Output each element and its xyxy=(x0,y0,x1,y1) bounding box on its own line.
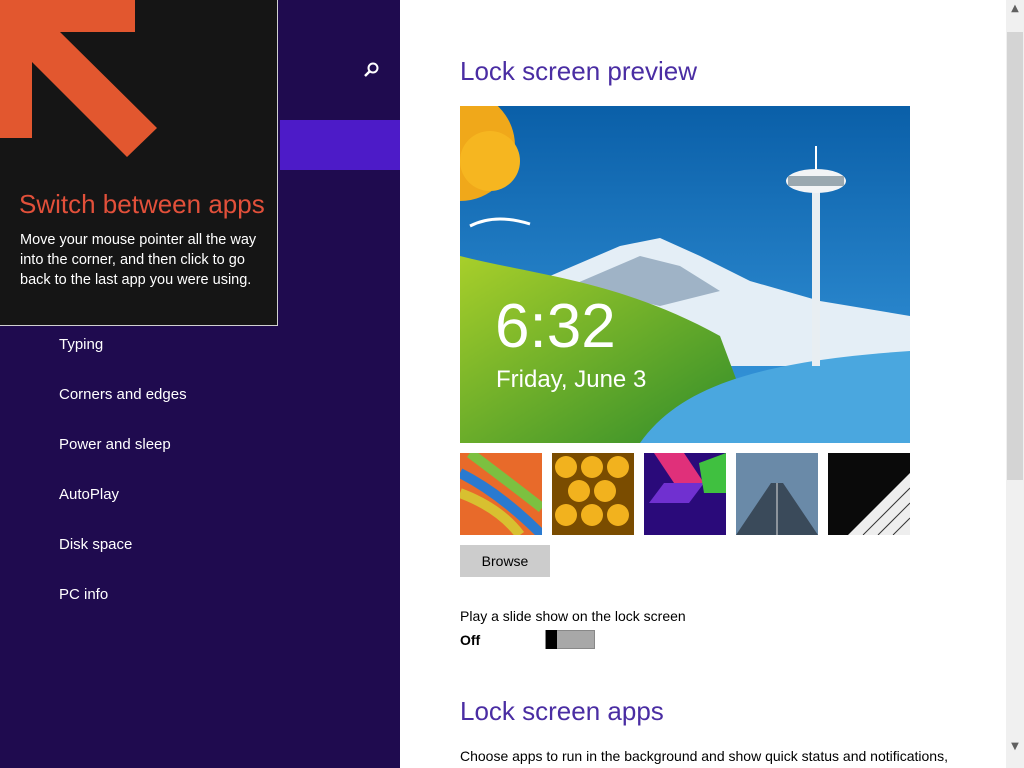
tip-title: Switch between apps xyxy=(19,189,265,219)
scrollbar-thumb[interactable] xyxy=(1007,32,1023,480)
slideshow-label: Play a slide show on the lock screen xyxy=(460,608,686,624)
preview-clock: 6:32 xyxy=(495,292,616,361)
sidebar-item-typing[interactable]: Typing xyxy=(59,336,103,353)
tip-body: Move your mouse pointer all the way into… xyxy=(20,232,257,288)
sidebar-item-autoplay[interactable]: AutoPlay xyxy=(59,486,119,503)
lock-screen-preview: 6:32 Friday, June 3 xyxy=(460,106,910,443)
sidebar-item-disk-space[interactable]: Disk space xyxy=(59,536,132,553)
background-thumbnail-tunnel[interactable] xyxy=(736,453,818,535)
background-thumbnail-stripes[interactable] xyxy=(460,453,542,535)
background-thumbnail-honeycomb[interactable] xyxy=(552,453,634,535)
slideshow-toggle[interactable] xyxy=(545,630,595,649)
scroll-down-icon[interactable]: ▼ xyxy=(1006,738,1024,756)
sidebar-item-corners-and-edges[interactable]: Corners and edges xyxy=(59,386,187,403)
browse-button[interactable]: Browse xyxy=(460,545,550,577)
tip-overlay[interactable]: Switch between apps Move your mouse poin… xyxy=(0,0,278,326)
background-thumbnail-shapes[interactable] xyxy=(644,453,726,535)
scroll-up-icon[interactable]: ▲ xyxy=(1006,0,1024,18)
search-icon[interactable] xyxy=(362,60,382,80)
apps-description: Choose apps to run in the background and… xyxy=(460,748,948,764)
sidebar-item-power-and-sleep[interactable]: Power and sleep xyxy=(59,436,171,453)
slideshow-state: Off xyxy=(460,632,481,648)
background-thumbnail-piano[interactable] xyxy=(828,453,910,535)
preview-date: Friday, June 3 xyxy=(496,366,647,393)
preview-title: Lock screen preview xyxy=(460,56,697,86)
apps-title: Lock screen apps xyxy=(460,696,664,726)
corner-arrow-icon xyxy=(0,0,157,157)
main-content: Lock screen preview 6:32 Friday, June 3 … xyxy=(400,0,1006,768)
sidebar-item-pc-info[interactable]: PC info xyxy=(59,586,108,603)
selected-item-highlight[interactable] xyxy=(280,120,400,170)
